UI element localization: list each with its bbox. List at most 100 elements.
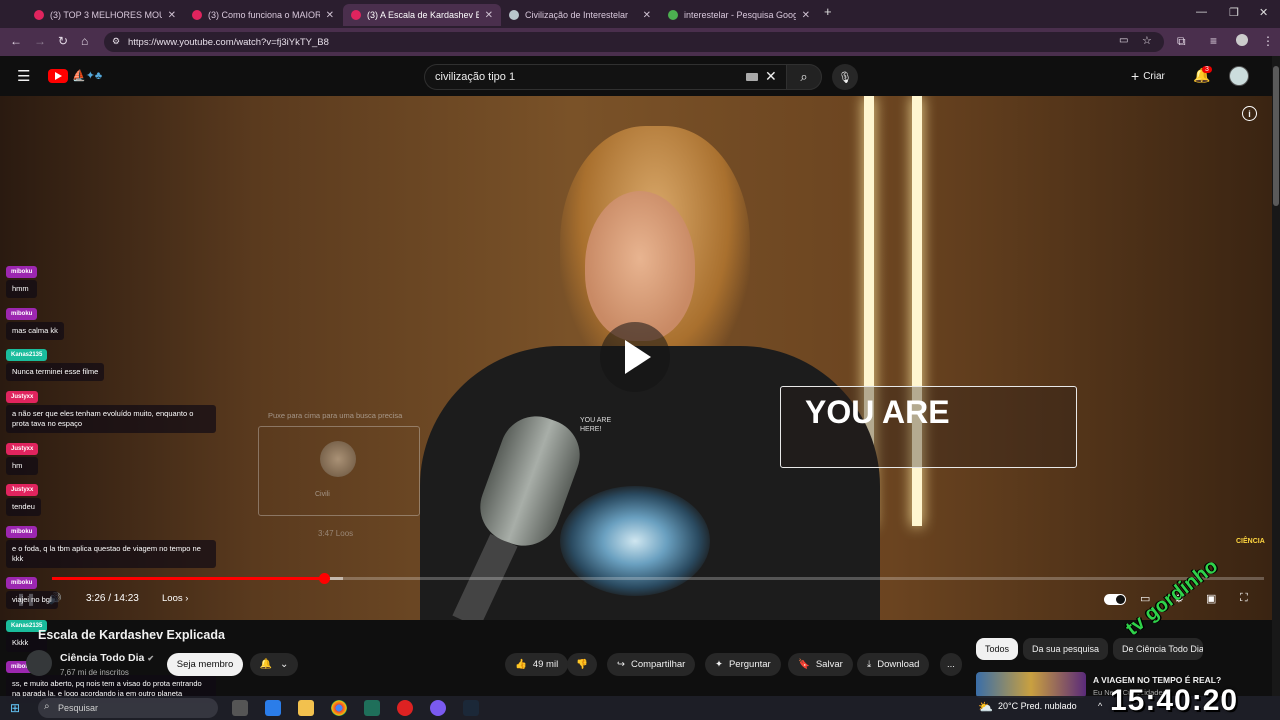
media-control-icon[interactable]: ≡ [1210, 34, 1217, 48]
channel-name[interactable]: Ciência Todo Dia ✔ [60, 652, 154, 664]
chat-username: miboku [6, 577, 38, 589]
hamburger-menu-icon[interactable]: ☰ [17, 67, 30, 85]
chat-username: Justyxx [6, 391, 39, 403]
chat-text: viajei no bgl [6, 591, 58, 609]
chat-message: miboku hmm [6, 260, 38, 298]
video-title: Escala de Kardashev Explicada [38, 628, 225, 642]
new-tab-button[interactable]: + [824, 4, 832, 19]
chevron-down-icon: ⌄ [280, 659, 289, 670]
voice-search-button[interactable]: 🎙 [832, 64, 858, 90]
browser-tab[interactable]: Civilização de Interestelar ✕ [501, 4, 659, 26]
create-button[interactable]: + Criar [1131, 68, 1165, 84]
chat-message: miboku e o foda, q la tbm aplica questao … [6, 520, 216, 568]
bookmark-star-icon[interactable]: ☆ [1142, 34, 1152, 47]
address-bar[interactable]: ⚙ https://www.youtube.com/watch?v=fj3iYk… [104, 32, 1164, 52]
search-icon: ⌕ [44, 701, 50, 712]
like-button[interactable]: 👍 49 mil [505, 653, 569, 676]
chat-text: tendeu [6, 498, 41, 516]
start-windows-icon[interactable]: ⊞ [10, 701, 20, 715]
channel-avatar[interactable] [26, 650, 52, 676]
steam-icon[interactable] [463, 700, 479, 716]
save-button[interactable]: 🔖 Salvar [788, 653, 853, 676]
filter-chip-all[interactable]: Todos [976, 638, 1019, 660]
menu-kebab-icon[interactable]: ⋮ [1262, 34, 1274, 48]
share-icon: ↪ [617, 659, 625, 670]
close-tab-icon[interactable]: ✕ [326, 10, 334, 21]
dislike-button[interactable]: 👎 [567, 653, 597, 676]
extensions-icon[interactable]: ⧉ [1177, 34, 1186, 49]
windows-taskbar: ⊞ ⌕ Pesquisar ⛅ 20°C Pred. nublado ^ [0, 696, 1280, 720]
opera-icon[interactable] [397, 700, 413, 716]
minimize-icon[interactable]: — [1196, 6, 1207, 18]
close-tab-icon[interactable]: ✕ [802, 10, 810, 21]
tray-chevron-icon[interactable]: ^ [1098, 701, 1102, 711]
ask-button[interactable]: ✦ Perguntar [705, 653, 781, 676]
avatar[interactable] [1229, 66, 1249, 86]
chat-message: miboku mas calma kk [6, 302, 64, 340]
notification-badge: 3 [1202, 66, 1212, 73]
shirt-text: YOU ARE HERE! [580, 417, 612, 433]
chrome-icon[interactable] [331, 700, 347, 716]
cast-icon[interactable]: ▭ [1119, 35, 1128, 46]
browser-tab[interactable]: interestelar - Pesquisa Google ✕ [660, 4, 818, 26]
task-view-icon[interactable] [232, 700, 248, 716]
moon-thumbnail [320, 441, 356, 477]
sparkle-icon: ✦ [715, 659, 723, 670]
big-play-button[interactable] [600, 322, 670, 392]
plus-icon: + [1131, 68, 1140, 84]
time-display: 3:26 / 14:23 [86, 593, 139, 604]
scrubber-handle[interactable] [319, 573, 331, 584]
close-window-icon[interactable]: ✕ [1259, 6, 1268, 19]
keyboard-icon[interactable] [746, 73, 758, 81]
messenger-icon[interactable] [430, 700, 446, 716]
chat-username: Justyxx [6, 484, 39, 496]
download-button[interactable]: ⤓ Download [857, 653, 930, 676]
microphone-icon: 🎙 [838, 71, 852, 84]
reload-icon[interactable]: ↻ [58, 34, 68, 48]
chat-message: Justyxx hm [6, 437, 39, 475]
store-icon[interactable] [265, 700, 281, 716]
close-tab-icon[interactable]: ✕ [643, 10, 651, 21]
seek-preview-time: 3:47 Loos [318, 529, 354, 538]
taskbar-search[interactable]: ⌕ Pesquisar [38, 698, 218, 718]
chat-message: Kanas2135 Nunca terminei esse filme [6, 343, 105, 381]
back-icon[interactable]: ← [10, 34, 22, 48]
autoplay-toggle[interactable] [1104, 594, 1126, 605]
clear-search-icon[interactable]: ✕ [765, 68, 777, 85]
weather-text: 20°C Pred. nublado [998, 701, 1077, 711]
youtube-logo[interactable] [48, 69, 68, 83]
browser-tab[interactable]: (3) Como funciona o MAIOR TE ✕ [184, 4, 342, 26]
seek-preview-label: Civili [315, 491, 330, 498]
info-icon[interactable]: i [1242, 106, 1257, 121]
recommended-video-thumbnail[interactable] [976, 672, 1086, 698]
browser-toolbar: ← → ↻ ⌂ ⚙ https://www.youtube.com/watch?… [0, 28, 1280, 56]
search-input[interactable]: civilização tipo 1 ✕ [424, 64, 786, 90]
forward-icon[interactable]: → [34, 34, 46, 48]
filter-chip-from-search[interactable]: Da sua pesquisa [1023, 638, 1109, 660]
site-info-icon[interactable]: ⚙ [112, 36, 120, 47]
progress-bar[interactable] [52, 573, 1264, 584]
chat-text: Nunca terminei esse filme [6, 363, 105, 381]
more-actions-button[interactable]: ... [940, 653, 962, 676]
restore-icon[interactable]: ❐ [1229, 6, 1239, 19]
join-button[interactable]: Seja membro [167, 653, 243, 676]
browser-tab-active[interactable]: (3) A Escala de Kardashev E ✕ [343, 4, 501, 26]
weather-cloud-icon: ⛅ [978, 700, 993, 714]
file-explorer-icon[interactable] [298, 700, 314, 716]
chapter-button[interactable]: Loos › [162, 593, 188, 604]
play-glyph-icon [55, 72, 62, 80]
app-icon[interactable] [364, 700, 380, 716]
subscription-bell-button[interactable]: 🔔 ⌄ [250, 653, 298, 676]
close-tab-icon[interactable]: ✕ [485, 10, 493, 21]
search-button[interactable]: ⌕ [786, 64, 822, 90]
chat-username: miboku [6, 266, 38, 278]
browser-tab[interactable]: (3) TOP 3 MELHORES MOUSES ✕ [26, 4, 184, 26]
close-tab-icon[interactable]: ✕ [168, 10, 176, 21]
home-icon[interactable]: ⌂ [81, 34, 88, 48]
chat-message: Justyxx tendeu [6, 478, 41, 516]
url-text: https://www.youtube.com/watch?v=fj3iYkTY… [128, 36, 329, 48]
chat-text: hm [6, 457, 39, 475]
share-button[interactable]: ↪ Compartilhar [607, 653, 696, 676]
scrollbar-thumb[interactable] [1273, 66, 1279, 206]
profile-avatar[interactable] [1236, 34, 1248, 46]
